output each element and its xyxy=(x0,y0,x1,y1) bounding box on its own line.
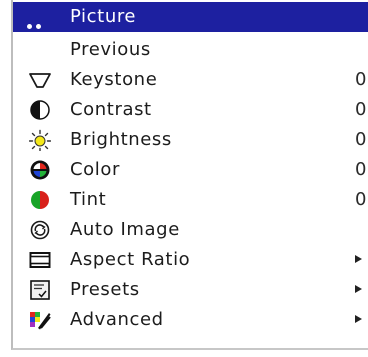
menu-item-contrast[interactable]: Contrast 0 xyxy=(13,95,368,125)
menu-item-aspect-ratio[interactable]: Aspect Ratio xyxy=(13,245,368,275)
menu-item-keystone[interactable]: Keystone 0 xyxy=(13,65,368,95)
menu-item-label: Aspect Ratio xyxy=(70,249,191,270)
menu-item-label: Tint xyxy=(70,189,107,210)
menu-item-label: Previous xyxy=(70,39,151,60)
submenu-arrow-icon xyxy=(355,315,362,323)
contrast-value: 0 xyxy=(355,99,367,120)
menu-item-picture[interactable]: Picture xyxy=(13,2,368,32)
keystone-icon xyxy=(29,69,51,91)
menu-item-presets[interactable]: Presets xyxy=(13,275,368,305)
brightness-value: 0 xyxy=(355,129,367,150)
color-value: 0 xyxy=(355,159,367,180)
menu-item-label: Auto Image xyxy=(70,219,180,240)
advanced-icon xyxy=(29,309,51,331)
tint-icon xyxy=(29,189,51,211)
keystone-value: 0 xyxy=(355,69,367,90)
submenu-arrow-icon xyxy=(355,285,362,293)
picture-menu: Picture Previous Keystone 0 Contrast 0 B… xyxy=(0,0,368,357)
menu-item-label: Color xyxy=(70,159,120,180)
menu-item-label: Contrast xyxy=(70,99,152,120)
menu-item-brightness[interactable]: Brightness 0 xyxy=(13,125,368,155)
menu-item-label: Keystone xyxy=(70,69,158,90)
auto-image-icon xyxy=(29,219,51,241)
dots-icon xyxy=(27,14,49,29)
brightness-icon xyxy=(29,129,51,151)
submenu-arrow-icon xyxy=(355,255,362,263)
contrast-icon xyxy=(29,99,51,121)
menu-item-label: Picture xyxy=(70,6,137,27)
menu-item-auto-image[interactable]: Auto Image xyxy=(13,215,368,245)
menu-item-tint[interactable]: Tint 0 xyxy=(13,185,368,215)
menu-item-label: Brightness xyxy=(70,129,172,150)
menu-item-previous[interactable]: Previous xyxy=(13,35,368,65)
menu-item-advanced[interactable]: Advanced xyxy=(13,305,368,335)
tint-value: 0 xyxy=(355,189,367,210)
aspect-ratio-icon xyxy=(29,249,51,271)
menu-item-label: Presets xyxy=(70,279,140,300)
menu-item-label: Advanced xyxy=(70,309,164,330)
color-icon xyxy=(29,159,51,181)
menu-item-color[interactable]: Color 0 xyxy=(13,155,368,185)
presets-icon xyxy=(29,279,51,301)
